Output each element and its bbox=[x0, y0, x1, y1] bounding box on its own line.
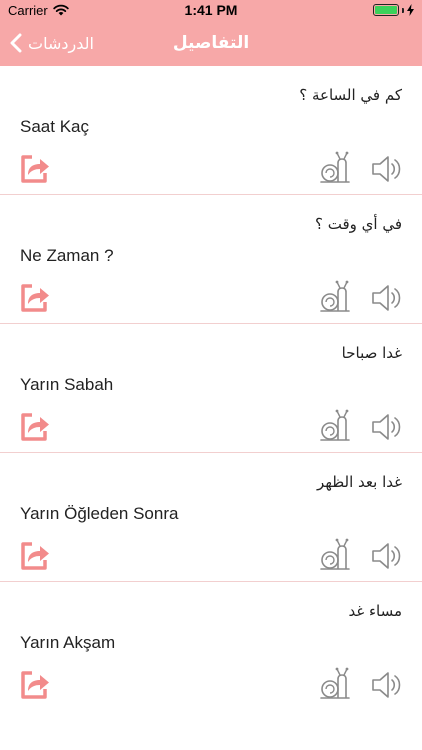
share-icon[interactable] bbox=[19, 411, 51, 443]
phrase-item: غدا صباحا Yarın Sabah bbox=[0, 324, 422, 453]
speaker-icon[interactable] bbox=[370, 282, 402, 314]
share-icon[interactable] bbox=[19, 540, 51, 572]
phrase-item: كم في الساعة ؟ Saat Kaç bbox=[0, 66, 422, 195]
back-button[interactable]: الدردشات bbox=[10, 20, 94, 66]
phrase-list: كم في الساعة ؟ Saat Kaç في أي وقت ؟ Ne Z… bbox=[0, 66, 422, 711]
turkish-phrase: Ne Zaman ? bbox=[20, 246, 114, 265]
speaker-icon[interactable] bbox=[370, 153, 402, 185]
arabic-phrase: غدا صباحا bbox=[341, 344, 402, 362]
turkish-phrase: Yarın Sabah bbox=[20, 375, 114, 394]
status-left: Carrier bbox=[8, 3, 69, 18]
status-bar: Carrier 1:41 PM bbox=[0, 0, 422, 20]
share-icon[interactable] bbox=[19, 282, 51, 314]
snail-icon[interactable] bbox=[318, 280, 352, 314]
navigation-bar: الدردشات التفاصيل bbox=[0, 20, 422, 66]
back-button-label: الدردشات bbox=[28, 33, 94, 53]
share-icon[interactable] bbox=[19, 153, 51, 185]
snail-icon[interactable] bbox=[318, 151, 352, 185]
share-icon[interactable] bbox=[19, 669, 51, 701]
battery-icon bbox=[373, 4, 399, 16]
arabic-phrase: غدا بعد الظهر bbox=[317, 473, 402, 491]
arabic-phrase: مساء غد bbox=[348, 602, 402, 620]
arabic-phrase: كم في الساعة ؟ bbox=[299, 86, 402, 104]
phrase-item: في أي وقت ؟ Ne Zaman ? bbox=[0, 195, 422, 324]
snail-icon[interactable] bbox=[318, 409, 352, 443]
carrier-label: Carrier bbox=[8, 2, 48, 18]
snail-icon[interactable] bbox=[318, 667, 352, 701]
snail-icon[interactable] bbox=[318, 538, 352, 572]
turkish-phrase: Yarın Akşam bbox=[20, 633, 116, 652]
arabic-phrase: في أي وقت ؟ bbox=[315, 215, 402, 233]
phrase-item: مساء غد Yarın Akşam bbox=[0, 582, 422, 711]
turkish-phrase: Saat Kaç bbox=[20, 117, 89, 136]
chevron-left-icon bbox=[10, 33, 22, 53]
wifi-icon bbox=[53, 4, 69, 16]
charging-bolt-icon bbox=[407, 4, 414, 16]
speaker-icon[interactable] bbox=[370, 540, 402, 572]
turkish-phrase: Yarın Öğleden Sonra bbox=[20, 504, 179, 523]
battery-nub bbox=[402, 7, 404, 13]
speaker-icon[interactable] bbox=[370, 411, 402, 443]
speaker-icon[interactable] bbox=[370, 669, 402, 701]
status-right bbox=[373, 4, 414, 16]
phrase-item: غدا بعد الظهر Yarın Öğleden Sonra bbox=[0, 453, 422, 582]
